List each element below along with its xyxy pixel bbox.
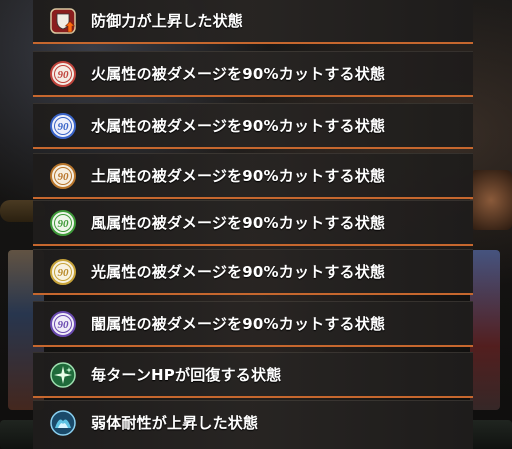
status-effect-list: 防御力が上昇した状態 90 火属性の被ダメージを90%カットする状態 90 水属…: [33, 0, 473, 449]
light-cut-90-icon: 90: [50, 259, 76, 285]
status-label: 風属性の被ダメージを90%カットする状態: [91, 214, 386, 232]
badge-text: 90: [58, 319, 70, 331]
status-row-earth-cut[interactable]: 90 土属性の被ダメージを90%カットする状態: [33, 153, 473, 199]
status-row-debuff-resist[interactable]: 弱体耐性が上昇した状態: [33, 400, 473, 449]
status-row-defense-up[interactable]: 防御力が上昇した状態: [33, 0, 473, 44]
water-cut-90-icon: 90: [50, 113, 76, 139]
defense-up-icon: [50, 8, 76, 34]
status-label: 毎ターンHPが回復する状態: [91, 366, 282, 384]
status-label: 光属性の被ダメージを90%カットする状態: [91, 263, 386, 281]
status-label: 防御力が上昇した状態: [91, 12, 244, 30]
badge-text: 90: [58, 69, 70, 81]
wind-cut-90-icon: 90: [50, 210, 76, 236]
earth-cut-90-icon: 90: [50, 163, 76, 189]
badge-text: 90: [58, 218, 70, 230]
status-row-fire-cut[interactable]: 90 火属性の被ダメージを90%カットする状態: [33, 51, 473, 97]
background-boss-art: [470, 170, 512, 230]
dark-cut-90-icon: 90: [50, 311, 76, 337]
status-label: 弱体耐性が上昇した状態: [91, 414, 259, 432]
status-row-regen[interactable]: 毎ターンHPが回復する状態: [33, 352, 473, 398]
badge-text: 90: [58, 121, 70, 133]
status-label: 火属性の被ダメージを90%カットする状態: [91, 65, 386, 83]
status-row-dark-cut[interactable]: 90 闇属性の被ダメージを90%カットする状態: [33, 301, 473, 347]
badge-text: 90: [58, 267, 70, 279]
regen-icon: [50, 362, 76, 388]
fire-cut-90-icon: 90: [50, 61, 76, 87]
status-label: 土属性の被ダメージを90%カットする状態: [91, 167, 386, 185]
status-row-water-cut[interactable]: 90 水属性の被ダメージを90%カットする状態: [33, 103, 473, 149]
status-row-light-cut[interactable]: 90 光属性の被ダメージを90%カットする状態: [33, 249, 473, 295]
status-row-wind-cut[interactable]: 90 風属性の被ダメージを90%カットする状態: [33, 200, 473, 246]
badge-text: 90: [58, 171, 70, 183]
game-screen: 防御力が上昇した状態 90 火属性の被ダメージを90%カットする状態 90 水属…: [0, 0, 512, 449]
background-party-card: [470, 250, 500, 410]
status-label: 闇属性の被ダメージを90%カットする状態: [91, 315, 386, 333]
status-label: 水属性の被ダメージを90%カットする状態: [91, 117, 386, 135]
debuff-resist-up-icon: [50, 410, 76, 436]
